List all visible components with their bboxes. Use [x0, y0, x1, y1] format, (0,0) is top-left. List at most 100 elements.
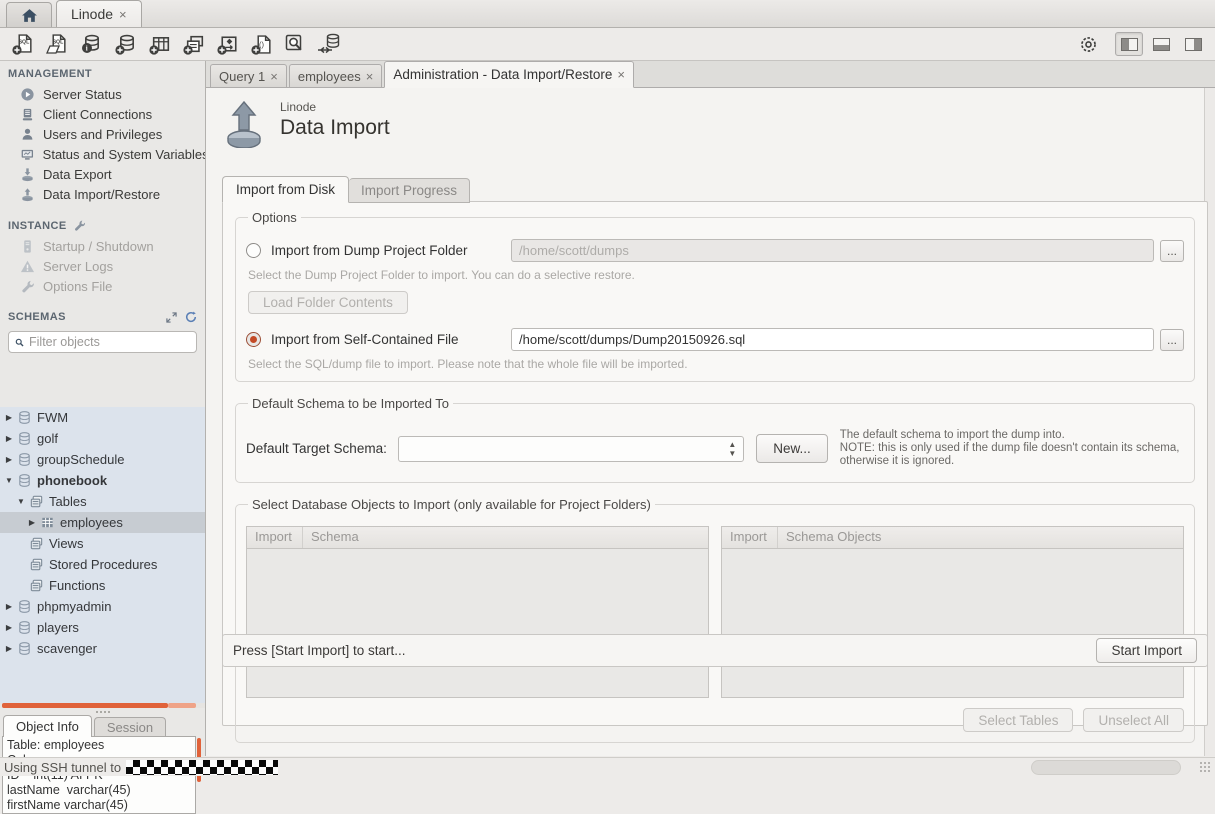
sidebar-item-server-logs[interactable]: Server Logs: [0, 256, 205, 276]
table-icon: [40, 515, 55, 530]
schemas-title: SCHEMAS: [8, 311, 66, 323]
sidebar-item-client-connections[interactable]: Client Connections: [0, 104, 205, 124]
server-logs-icon: [20, 259, 35, 274]
import-footer: Press [Start Import] to start... Start I…: [222, 634, 1208, 667]
sidebar-item-status-system-variables[interactable]: Status and System Variables: [0, 144, 205, 164]
browse-self-contained-button[interactable]: ...: [1160, 329, 1184, 351]
schema-objects-import-table[interactable]: Import Schema Objects: [721, 526, 1184, 698]
svg-text:i: i: [86, 45, 88, 53]
expander-collapsed-icon[interactable]: ▶: [4, 623, 14, 632]
radio-import-dump-folder[interactable]: [246, 243, 261, 258]
start-import-button[interactable]: Start Import: [1096, 638, 1197, 663]
browse-dump-folder-button[interactable]: ...: [1160, 240, 1184, 262]
create-function-button[interactable]: (): [246, 31, 276, 57]
close-icon[interactable]: ×: [119, 7, 127, 22]
instance-wrench-icon: [73, 219, 86, 232]
schema-inspector-button[interactable]: i: [76, 31, 106, 57]
radio-import-self-contained[interactable]: [246, 332, 261, 347]
sidebar-item-startup-shutdown[interactable]: Startup / Shutdown: [0, 236, 205, 256]
expander-expanded-icon[interactable]: ▼: [4, 476, 14, 485]
default-target-schema-combobox[interactable]: ▲▼: [398, 436, 744, 462]
schema-tree-row-functions[interactable]: Functions: [0, 575, 205, 596]
close-icon[interactable]: ×: [617, 67, 625, 82]
expand-schemas-icon[interactable]: [166, 312, 177, 323]
schema-tree-row-tables[interactable]: ▼ Tables: [0, 491, 205, 512]
expander-collapsed-icon[interactable]: ▶: [4, 644, 14, 653]
mysql-workbench-window: Linode × SQL SQL i: [0, 0, 1215, 776]
preferences-button[interactable]: [1075, 32, 1101, 56]
sidebar-item-users-privileges[interactable]: Users and Privileges: [0, 124, 205, 144]
schema-tree-row-phpmyadmin[interactable]: ▶ phpmyadmin: [0, 596, 205, 617]
create-procedure-button[interactable]: [212, 31, 242, 57]
refresh-schemas-icon[interactable]: [185, 311, 197, 323]
tab-session[interactable]: Session: [94, 717, 166, 737]
schema-tree: ▶ FWM ▶ golf ▶ groupSchedule ▼ phonebook…: [0, 407, 205, 703]
load-folder-contents-button[interactable]: Load Folder Contents: [248, 291, 408, 314]
expander-collapsed-icon[interactable]: ▶: [4, 434, 14, 443]
instance-section-header: INSTANCE: [0, 212, 205, 236]
schemas-section-header: SCHEMAS: [0, 304, 205, 327]
window-resize-grip[interactable]: [1199, 761, 1211, 773]
new-query-tab-button[interactable]: SQL: [8, 31, 38, 57]
sidebar-item-data-export[interactable]: Data Export: [0, 164, 205, 184]
dump-folder-path-input[interactable]: [511, 239, 1154, 262]
column-header-schema: Schema: [303, 527, 367, 548]
column-header-import: Import: [247, 527, 303, 548]
search-table-data-button[interactable]: [280, 31, 310, 57]
schema-icon: [17, 431, 32, 446]
schema-tree-row-groupschedule[interactable]: ▶ groupSchedule: [0, 449, 205, 470]
new-schema-button[interactable]: New...: [756, 434, 828, 463]
create-schema-button[interactable]: [110, 31, 140, 57]
create-table-button[interactable]: [144, 31, 174, 57]
connection-tab-linode[interactable]: Linode ×: [56, 0, 142, 27]
tab-administration-data-import[interactable]: Administration - Data Import/Restore ×: [384, 61, 634, 88]
schema-tree-row-phonebook[interactable]: ▼ phonebook: [0, 470, 205, 491]
tab-import-progress[interactable]: Import Progress: [349, 178, 470, 203]
schema-tree-row-employees[interactable]: ▶ employees: [0, 512, 205, 533]
sidebar-splitter-handle[interactable]: [0, 708, 205, 715]
schema-tree-row-views[interactable]: Views: [0, 533, 205, 554]
schema-tree-row-players[interactable]: ▶ players: [0, 617, 205, 638]
left-panel-icon: [1121, 38, 1138, 51]
statusbar-scrollbar-thumb[interactable]: [1031, 760, 1181, 775]
sidebar-item-server-status[interactable]: Server Status: [0, 84, 205, 104]
close-icon[interactable]: ×: [270, 69, 278, 84]
home-tab[interactable]: [6, 2, 52, 27]
schema-filter-input[interactable]: [29, 335, 190, 349]
toggle-output-area-button[interactable]: [1147, 32, 1175, 56]
create-view-button[interactable]: [178, 31, 208, 57]
create-view-icon: [181, 32, 205, 56]
status-bar: Using SSH tunnel to: [0, 757, 1215, 776]
toggle-right-sidebar-button[interactable]: [1179, 32, 1207, 56]
self-contained-path-input[interactable]: [511, 328, 1154, 351]
default-schema-note: The default schema to import the dump in…: [840, 429, 1184, 468]
select-objects-legend: Select Database Objects to Import (only …: [248, 497, 655, 512]
tab-query-1[interactable]: Query 1 ×: [210, 64, 287, 87]
document-tab-bar: Query 1 × employees × Administration - D…: [206, 61, 1215, 88]
views-folder-icon: [29, 536, 44, 551]
select-tables-button[interactable]: Select Tables: [963, 708, 1073, 732]
expander-collapsed-icon[interactable]: ▶: [4, 602, 14, 611]
tab-import-from-disk[interactable]: Import from Disk: [222, 176, 349, 203]
sidebar-item-options-file[interactable]: Options File: [0, 276, 205, 296]
procedures-folder-icon: [29, 557, 44, 572]
expander-expanded-icon[interactable]: ▼: [16, 497, 26, 506]
sidebar-item-data-import-restore[interactable]: Data Import/Restore: [0, 184, 205, 204]
expander-collapsed-icon[interactable]: ▶: [27, 518, 37, 527]
expander-collapsed-icon[interactable]: ▶: [4, 413, 14, 422]
expander-collapsed-icon[interactable]: ▶: [4, 455, 14, 464]
open-sql-file-button[interactable]: SQL: [42, 31, 72, 57]
schemas-import-table[interactable]: Import Schema: [246, 526, 709, 698]
unselect-all-button[interactable]: Unselect All: [1083, 708, 1184, 732]
schema-tree-row-scavenger[interactable]: ▶ scavenger: [0, 638, 205, 659]
toggle-left-sidebar-button[interactable]: [1115, 32, 1143, 56]
schema-tree-row-fwm[interactable]: ▶ FWM: [0, 407, 205, 428]
schema-tree-row-stored-procedures[interactable]: Stored Procedures: [0, 554, 205, 575]
tab-object-info[interactable]: Object Info: [3, 715, 92, 737]
reconnect-dbms-button[interactable]: [314, 31, 344, 57]
system-variables-icon: [20, 147, 35, 162]
close-icon[interactable]: ×: [366, 69, 374, 84]
tab-employees[interactable]: employees ×: [289, 64, 382, 87]
schema-tree-row-golf[interactable]: ▶ golf: [0, 428, 205, 449]
home-icon: [21, 7, 38, 24]
